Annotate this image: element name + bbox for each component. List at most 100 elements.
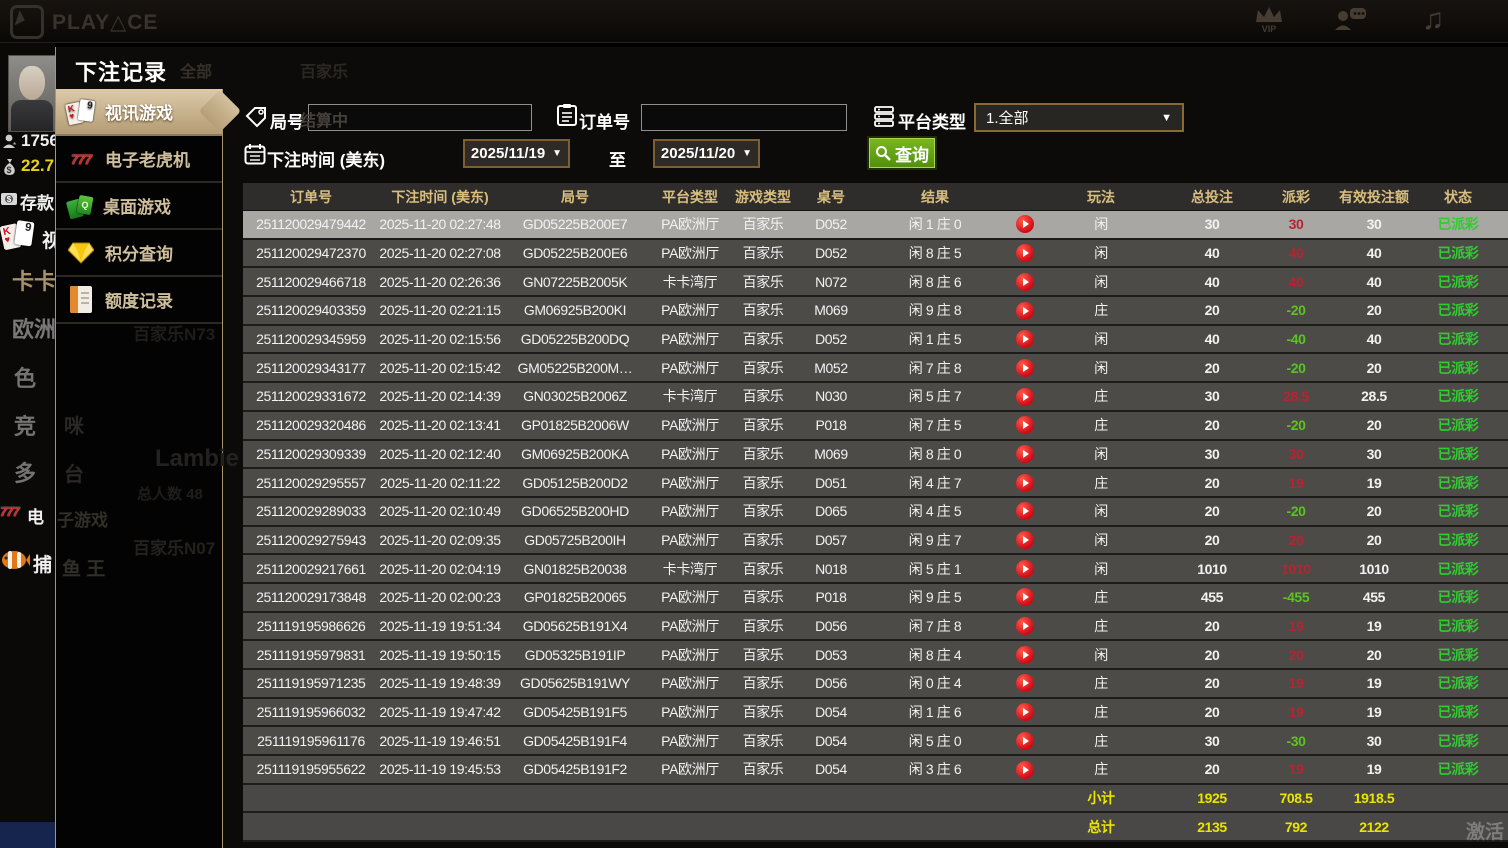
cell-bettype: 庄	[1047, 673, 1155, 693]
cell-bet: 1010	[1155, 561, 1269, 577]
cell-table: D053	[795, 647, 867, 663]
nav-partial-4[interactable]: 电	[27, 503, 44, 528]
cell-order: 订单号	[243, 187, 379, 207]
play-video-icon[interactable]	[1016, 359, 1034, 377]
avatar[interactable]	[8, 55, 57, 132]
vip-icon[interactable]: VIP	[1249, 3, 1289, 37]
play-video-icon[interactable]	[1016, 445, 1034, 463]
nav-partial-1[interactable]: 色	[14, 361, 36, 393]
music-icon[interactable]: ♫	[1413, 3, 1453, 37]
play-video-icon[interactable]	[1016, 273, 1034, 291]
play-video-icon[interactable]	[1016, 502, 1034, 520]
play-video-icon[interactable]	[1016, 617, 1034, 635]
play-video-icon[interactable]	[1016, 588, 1034, 606]
table-row[interactable]: 2511200294794422025-11-20 02:27:48GD0522…	[243, 211, 1508, 240]
cell-bet: 20	[1155, 675, 1269, 691]
play-video-icon[interactable]	[1016, 761, 1034, 779]
cell-game: 百家乐	[731, 530, 795, 550]
cell-play	[1003, 588, 1047, 606]
cell-bettype: 闲	[1047, 329, 1155, 349]
cell-bettype: 庄	[1047, 587, 1155, 607]
play-video-icon[interactable]	[1016, 215, 1034, 233]
table-games-icon: Q	[66, 192, 94, 220]
cell-game: 百家乐	[731, 645, 795, 665]
table-row[interactable]: 2511191959712352025-11-19 19:48:39GD0562…	[243, 670, 1508, 699]
table-row[interactable]: 2511191959866262025-11-19 19:51:34GD0562…	[243, 613, 1508, 642]
menu-item-quota-records[interactable]: 额度记录	[56, 277, 222, 324]
order-no-input[interactable]	[641, 104, 847, 131]
cell-game: 百家乐	[731, 272, 795, 292]
cell-order: 251120029345959	[243, 331, 379, 347]
cell-valid: 40	[1323, 274, 1425, 290]
cell-order: 251120029320486	[243, 417, 379, 433]
cell-bet: 40	[1155, 245, 1269, 261]
play-video-icon[interactable]	[1016, 732, 1034, 750]
menu-item-video-games[interactable]: K♥9 视讯游戏	[56, 89, 222, 136]
play-video-icon[interactable]	[1016, 674, 1034, 692]
menu-item-table-games[interactable]: Q 桌面游戏	[56, 183, 222, 230]
cell-result: 闲 9 庄 5	[867, 587, 1003, 607]
customer-service-icon[interactable]	[1331, 3, 1371, 37]
playace-logo-icon	[10, 5, 44, 39]
cell-valid: 20	[1323, 503, 1425, 519]
lobby-kk-partial[interactable]: 卡卡	[12, 264, 56, 296]
cell-bettype: 庄	[1047, 415, 1155, 435]
play-video-icon[interactable]	[1016, 646, 1034, 664]
cell-bettype: 闲	[1047, 501, 1155, 521]
table-row[interactable]: 2511200293316722025-11-20 02:14:39GN0302…	[243, 383, 1508, 412]
play-video-icon[interactable]	[1016, 531, 1034, 549]
date-from-select[interactable]: 2025/11/19▼	[463, 139, 570, 168]
cell-status: 已派彩	[1425, 587, 1491, 607]
table-row[interactable]: 2511200292955572025-11-20 02:11:22GD0512…	[243, 469, 1508, 498]
table-row[interactable]: 2511200293093392025-11-20 02:12:40GM0692…	[243, 441, 1508, 470]
cell-valid: 40	[1323, 331, 1425, 347]
table-row[interactable]: 2511200292176612025-11-20 02:04:19GN0182…	[243, 555, 1508, 584]
cell-round: GD05425B191F2	[501, 761, 649, 777]
nav-partial-5[interactable]: 捕	[33, 550, 52, 577]
cell-platform: PA欧洲厅	[649, 243, 731, 263]
table-row[interactable]: 2511200293459592025-11-20 02:15:56GD0522…	[243, 326, 1508, 355]
cell-result: 闲 8 庄 0	[867, 444, 1003, 464]
table-row[interactable]: 2511200291738482025-11-20 02:00:23GP0182…	[243, 584, 1508, 613]
table-row[interactable]: 2511200293431772025-11-20 02:15:42GM0522…	[243, 354, 1508, 383]
table-row[interactable]: 2511191959611762025-11-19 19:46:51GD0542…	[243, 727, 1508, 756]
date-to-select[interactable]: 2025/11/20▼	[653, 139, 760, 168]
play-video-icon[interactable]	[1016, 474, 1034, 492]
table-row[interactable]: 2511200294723702025-11-20 02:27:08GD0522…	[243, 240, 1508, 269]
platform-type-select[interactable]: 1.全部▼	[974, 103, 1184, 132]
cell-platform: PA欧洲厅	[649, 530, 731, 550]
cell-round: 局号	[501, 187, 649, 207]
cell-game: 百家乐	[731, 587, 795, 607]
cell-game: 百家乐	[731, 616, 795, 636]
play-video-icon[interactable]	[1016, 416, 1034, 434]
table-row[interactable]: 2511191959660322025-11-19 19:47:42GD0542…	[243, 699, 1508, 728]
play-video-icon[interactable]	[1016, 560, 1034, 578]
table-row[interactable]: 2511191959798312025-11-19 19:50:15GD0532…	[243, 641, 1508, 670]
cell-bet: 40	[1155, 274, 1269, 290]
playace-logo: PLAY△CE	[10, 5, 158, 39]
cell-bettype: 闲	[1047, 444, 1155, 464]
table-row[interactable]: 2511200293204862025-11-20 02:13:41GP0182…	[243, 412, 1508, 441]
table-row[interactable]: 2511200292759432025-11-20 02:09:35GD0572…	[243, 527, 1508, 556]
play-video-icon[interactable]	[1016, 703, 1034, 721]
table-row[interactable]: 2511191959556222025-11-19 19:45:53GD0542…	[243, 756, 1508, 785]
round-no-input[interactable]	[308, 104, 532, 131]
table-row[interactable]: 2511200294033592025-11-20 02:21:15GM0692…	[243, 297, 1508, 326]
cell-bettype: 庄	[1047, 300, 1155, 320]
cell-valid: 28.5	[1323, 388, 1425, 404]
cell-bettype: 闲	[1047, 559, 1155, 579]
nav-partial-3[interactable]: 多	[14, 456, 36, 488]
play-video-icon[interactable]	[1016, 244, 1034, 262]
search-button[interactable]: 查询	[869, 138, 935, 168]
lobby-eu-partial[interactable]: 欧洲	[12, 312, 56, 344]
play-video-icon[interactable]	[1016, 302, 1034, 320]
menu-item-points-query[interactable]: 积分查询	[56, 230, 222, 277]
play-video-icon[interactable]	[1016, 388, 1034, 406]
deposit-label[interactable]: 存款	[20, 189, 54, 214]
cell-table: D056	[795, 618, 867, 634]
nav-partial-2[interactable]: 竞	[14, 409, 36, 441]
play-video-icon[interactable]	[1016, 330, 1034, 348]
table-row[interactable]: 2511200292890332025-11-20 02:10:49GD0652…	[243, 498, 1508, 527]
table-row[interactable]: 2511200294667182025-11-20 02:26:36GN0722…	[243, 268, 1508, 297]
menu-item-slots[interactable]: 777 电子老虎机	[56, 136, 222, 183]
